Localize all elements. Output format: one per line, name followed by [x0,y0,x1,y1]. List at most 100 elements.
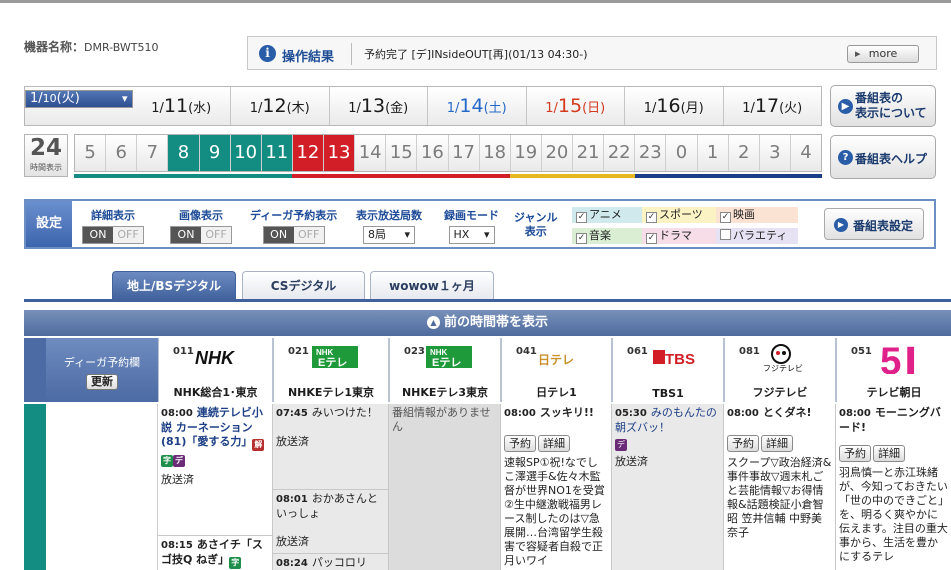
hour-color-bar [74,174,823,178]
program-cell-etv1-3[interactable]: 08:24 パッコロリ [273,554,389,570]
badge-de: デ [173,455,185,467]
genre-label-line: 表示 [524,225,547,238]
hour-13[interactable]: 13 [324,135,356,171]
display-info-button[interactable]: ▶ 番組表の 表示について [830,85,936,127]
detail-off[interactable]: OFF [113,227,143,243]
badge-de: デ [615,439,627,451]
previous-time-bar[interactable]: ▲ 前の時間帯を表示 [24,310,951,336]
divider [351,43,352,65]
program-cell-ex[interactable]: 08:00 モーニングバード! 予約 詳細 羽鳥慎一と赤江珠緒が、今知っておきたい「… [836,404,951,570]
channel-header-ntv[interactable]: 041 日テレ 日テレ1 [501,338,612,402]
device-name: 機器名称：DMR-BWT510 [24,38,159,55]
image-toggle[interactable]: ON OFF [170,226,232,244]
hour-12[interactable]: 12 [292,135,324,171]
date-tab-13[interactable]: 1/13(金) [330,87,428,125]
24h-toggle[interactable]: 24 時間表示 [24,134,68,177]
program-cell-etv1-2[interactable]: 08:01 おかあさんといっしょ 放送済 [273,490,389,554]
genre-checkbox-5[interactable]: バラエティ [716,228,798,244]
more-button[interactable]: more [847,45,919,63]
mode-select[interactable]: HX [448,226,495,244]
hour-2[interactable]: 2 [729,135,760,171]
hour-5[interactable]: 5 [75,135,107,171]
image-on[interactable]: ON [171,227,201,243]
hour-8[interactable]: 8 [168,135,200,171]
genre-name: スポーツ [659,208,703,221]
image-off[interactable]: OFF [201,227,231,243]
program-cell-ntv[interactable]: 08:00 スッキリ!! 予約 詳細 速報SP①祝!なでしこ澤選手&佐々木監督が世界… [501,404,612,570]
diga-toggle[interactable]: ON OFF [262,226,325,244]
diga-reserve-column-header: ディーガ予約欄 更新 [46,338,158,402]
genre-checkbox-2[interactable]: ✓ 映画 [716,207,798,223]
detail-button[interactable]: 詳細 [873,445,905,462]
hour-9[interactable]: 9 [199,135,231,171]
diga-off[interactable]: OFF [293,227,324,243]
date-month: 1 [643,101,653,116]
channel-header-cx[interactable]: 081 フジテレビ フジテレビ [724,338,836,402]
reserve-button[interactable]: 予約 [727,435,759,452]
tvasahi-logo-icon: 5 [880,340,915,374]
program-title: 08:00 とくダネ! [727,406,832,421]
detail-button[interactable]: 詳細 [538,435,570,452]
hour-7[interactable]: 7 [137,135,169,171]
hour-0[interactable]: 0 [666,135,698,171]
hour-15[interactable]: 15 [386,135,418,171]
program-time: 08:15 [161,540,193,551]
help-button[interactable]: ? 番組表ヘルプ [830,135,936,179]
tab-wowow[interactable]: wowow１ヶ月 [370,271,494,300]
hour-22[interactable]: 22 [604,135,636,171]
grid-settings-button[interactable]: ▶ 番組表設定 [824,208,924,240]
hour-21[interactable]: 21 [573,135,605,171]
channel-header-ex[interactable]: 051 5 テレビ朝日 [836,338,951,402]
count-select[interactable]: 8局 [363,226,415,244]
detail-toggle[interactable]: ON OFF [82,226,144,244]
hour-11[interactable]: 11 [261,135,293,171]
channel-header-etv1[interactable]: 021 NHK Eテレ NHKEテレ1東京 [273,338,389,402]
display-info-line: 番組表の [855,91,904,105]
date-month: 1 [742,101,751,116]
ntv-logo-icon: 日テレ [538,353,574,367]
date-tab-16[interactable]: 1/16(月) [625,87,724,125]
tab-cs[interactable]: CSデジタル [242,271,365,300]
program-cell-tbs[interactable]: 05:30 みのもんたの朝ズバッ！ デ 放送済 [612,404,724,570]
genre-checkbox-4[interactable]: ✓ ドラマ [642,228,724,244]
refresh-button[interactable]: 更新 [86,374,118,390]
hour-20[interactable]: 20 [542,135,573,171]
settings-panel: 設定 詳細表示 ON OFF 画像表示 ON OFF ディーガ予約表示 ON OFF … [24,199,936,249]
date-tab-17[interactable]: 1/17(火) [724,87,822,125]
hour-16[interactable]: 16 [417,135,449,171]
program-time: 08:01 [276,494,308,505]
hour-10[interactable]: 10 [230,135,262,171]
channel-name: TBS1 [652,387,684,400]
program-cell-nhk-2[interactable]: 08:15 あさイチ「スゴ技Q ねぎ」字 [158,536,273,570]
hour-14[interactable]: 14 [355,135,387,171]
program-cell-etv1-1[interactable]: 07:45 みいつけた！ 放送済 [273,404,389,490]
channel-header-tbs[interactable]: 061 TBS TBS1 [612,338,724,402]
hour-18[interactable]: 18 [480,135,511,171]
hourbar-segment [105,174,137,178]
hour-17[interactable]: 17 [449,135,480,171]
hour-6[interactable]: 6 [106,135,138,171]
date-tab-10[interactable]: 1/10(火) [25,90,133,108]
hour-19[interactable]: 19 [511,135,542,171]
badge-ji: 字 [161,455,173,467]
reserve-button[interactable]: 予約 [504,435,536,452]
date-tab-14[interactable]: 1/14(土) [428,87,527,125]
hour-3[interactable]: 3 [760,135,791,171]
hour-1[interactable]: 1 [698,135,729,171]
date-tab-12[interactable]: 1/12(木) [231,87,330,125]
detail-button[interactable]: 詳細 [761,435,793,452]
genre-checkbox-1[interactable]: ✓ スポーツ [642,207,724,223]
reserve-button[interactable]: 予約 [839,445,871,462]
date-tab-11[interactable]: 1/11(水) [133,87,231,125]
program-cell-cx[interactable]: 08:00 とくダネ! 予約 詳細 スクープ▽政治経済&事件事故▽週末札ごと芸能情報… [724,404,836,570]
hour-4[interactable]: 4 [791,135,821,171]
hour-23[interactable]: 23 [635,135,667,171]
program-cell-nhk-1[interactable]: 08:00 連続テレビ小説 カーネーション(81)「愛する力」 解字デ 放送済 [158,404,273,536]
date-tab-15[interactable]: 1/15(日) [527,87,625,125]
detail-on[interactable]: ON [83,227,113,243]
channel-header-nhk[interactable]: 011 NHK NHK総合1･東京 [158,338,273,402]
diga-on[interactable]: ON [263,227,294,243]
tab-terrestrial-bs[interactable]: 地上/BSデジタル [112,271,236,300]
channel-header-etv3[interactable]: 023 NHK Eテレ NHKEテレ3東京 [389,338,501,402]
program-title: 08:00 連続テレビ小説 カーネーション(81)「愛する力」 解字デ [161,406,269,467]
